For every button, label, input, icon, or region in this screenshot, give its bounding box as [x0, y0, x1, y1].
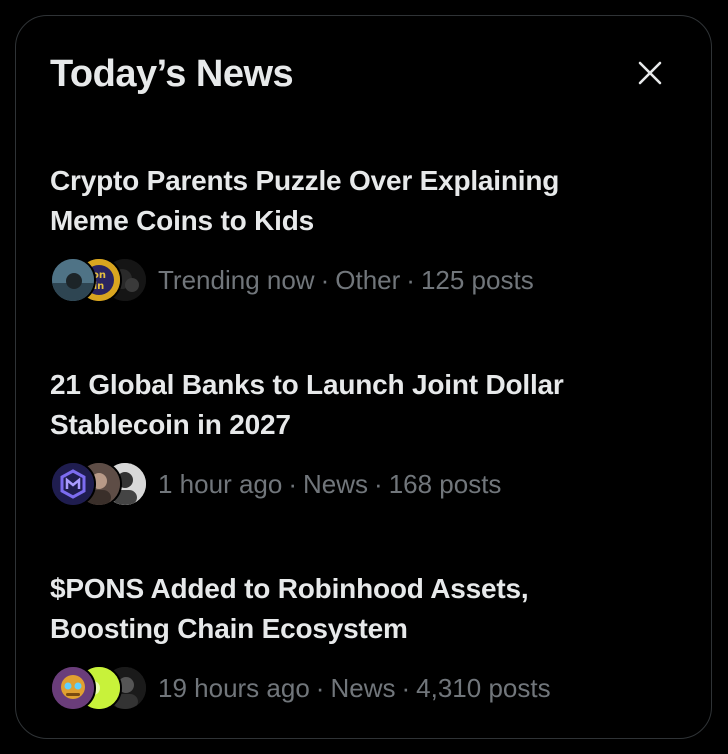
close-icon [638, 61, 662, 85]
news-category: News [303, 468, 369, 499]
news-meta: on in Trending now · Other · 125 posts [50, 257, 670, 303]
news-post-count: 4,310 posts [416, 672, 551, 703]
avatar [50, 665, 96, 711]
news-title-line: $PONS Added to Robinhood Assets, [50, 573, 529, 604]
news-time: 1 hour ago [158, 468, 283, 499]
news-category: Other [335, 264, 401, 295]
todays-news-panel: Today’s News Crypto Parents Puzzle Over … [15, 15, 712, 739]
news-title-line: Crypto Parents Puzzle Over Explaining [50, 165, 560, 196]
avatar-stack: on in [50, 257, 148, 303]
news-item[interactable]: Crypto Parents Puzzle Over Explaining Me… [50, 161, 670, 303]
news-title-line: Stablecoin in 2027 [50, 409, 291, 440]
news-item[interactable]: 21 Global Banks to Launch Joint Dollar S… [50, 365, 670, 507]
news-meta-text: 1 hour ago · News · 168 posts [158, 468, 502, 499]
news-title: Crypto Parents Puzzle Over Explaining Me… [50, 161, 670, 241]
news-title: 21 Global Banks to Launch Joint Dollar S… [50, 365, 670, 445]
close-button[interactable] [628, 56, 672, 90]
news-item[interactable]: $PONS Added to Robinhood Assets, Boostin… [50, 569, 670, 711]
news-meta-text: Trending now · Other · 125 posts [158, 264, 534, 295]
avatar-stack [50, 461, 148, 507]
news-post-count: 168 posts [388, 468, 502, 499]
news-title: $PONS Added to Robinhood Assets, Boostin… [50, 569, 670, 649]
avatar [50, 461, 96, 507]
news-post-count: 125 posts [420, 264, 534, 295]
news-title-line: Boosting Chain Ecosystem [50, 613, 408, 644]
news-time: Trending now [158, 264, 315, 295]
news-category: News [330, 672, 396, 703]
news-meta: 1 hour ago · News · 168 posts [50, 461, 670, 507]
panel-title: Today’s News [50, 53, 294, 95]
news-time: 19 hours ago [158, 672, 310, 703]
avatar-stack [50, 665, 148, 711]
news-title-line: 21 Global Banks to Launch Joint Dollar [50, 369, 564, 400]
news-meta: 19 hours ago · News · 4,310 posts [50, 665, 670, 711]
news-title-line: Meme Coins to Kids [50, 205, 314, 236]
news-meta-text: 19 hours ago · News · 4,310 posts [158, 672, 551, 703]
avatar [50, 257, 96, 303]
